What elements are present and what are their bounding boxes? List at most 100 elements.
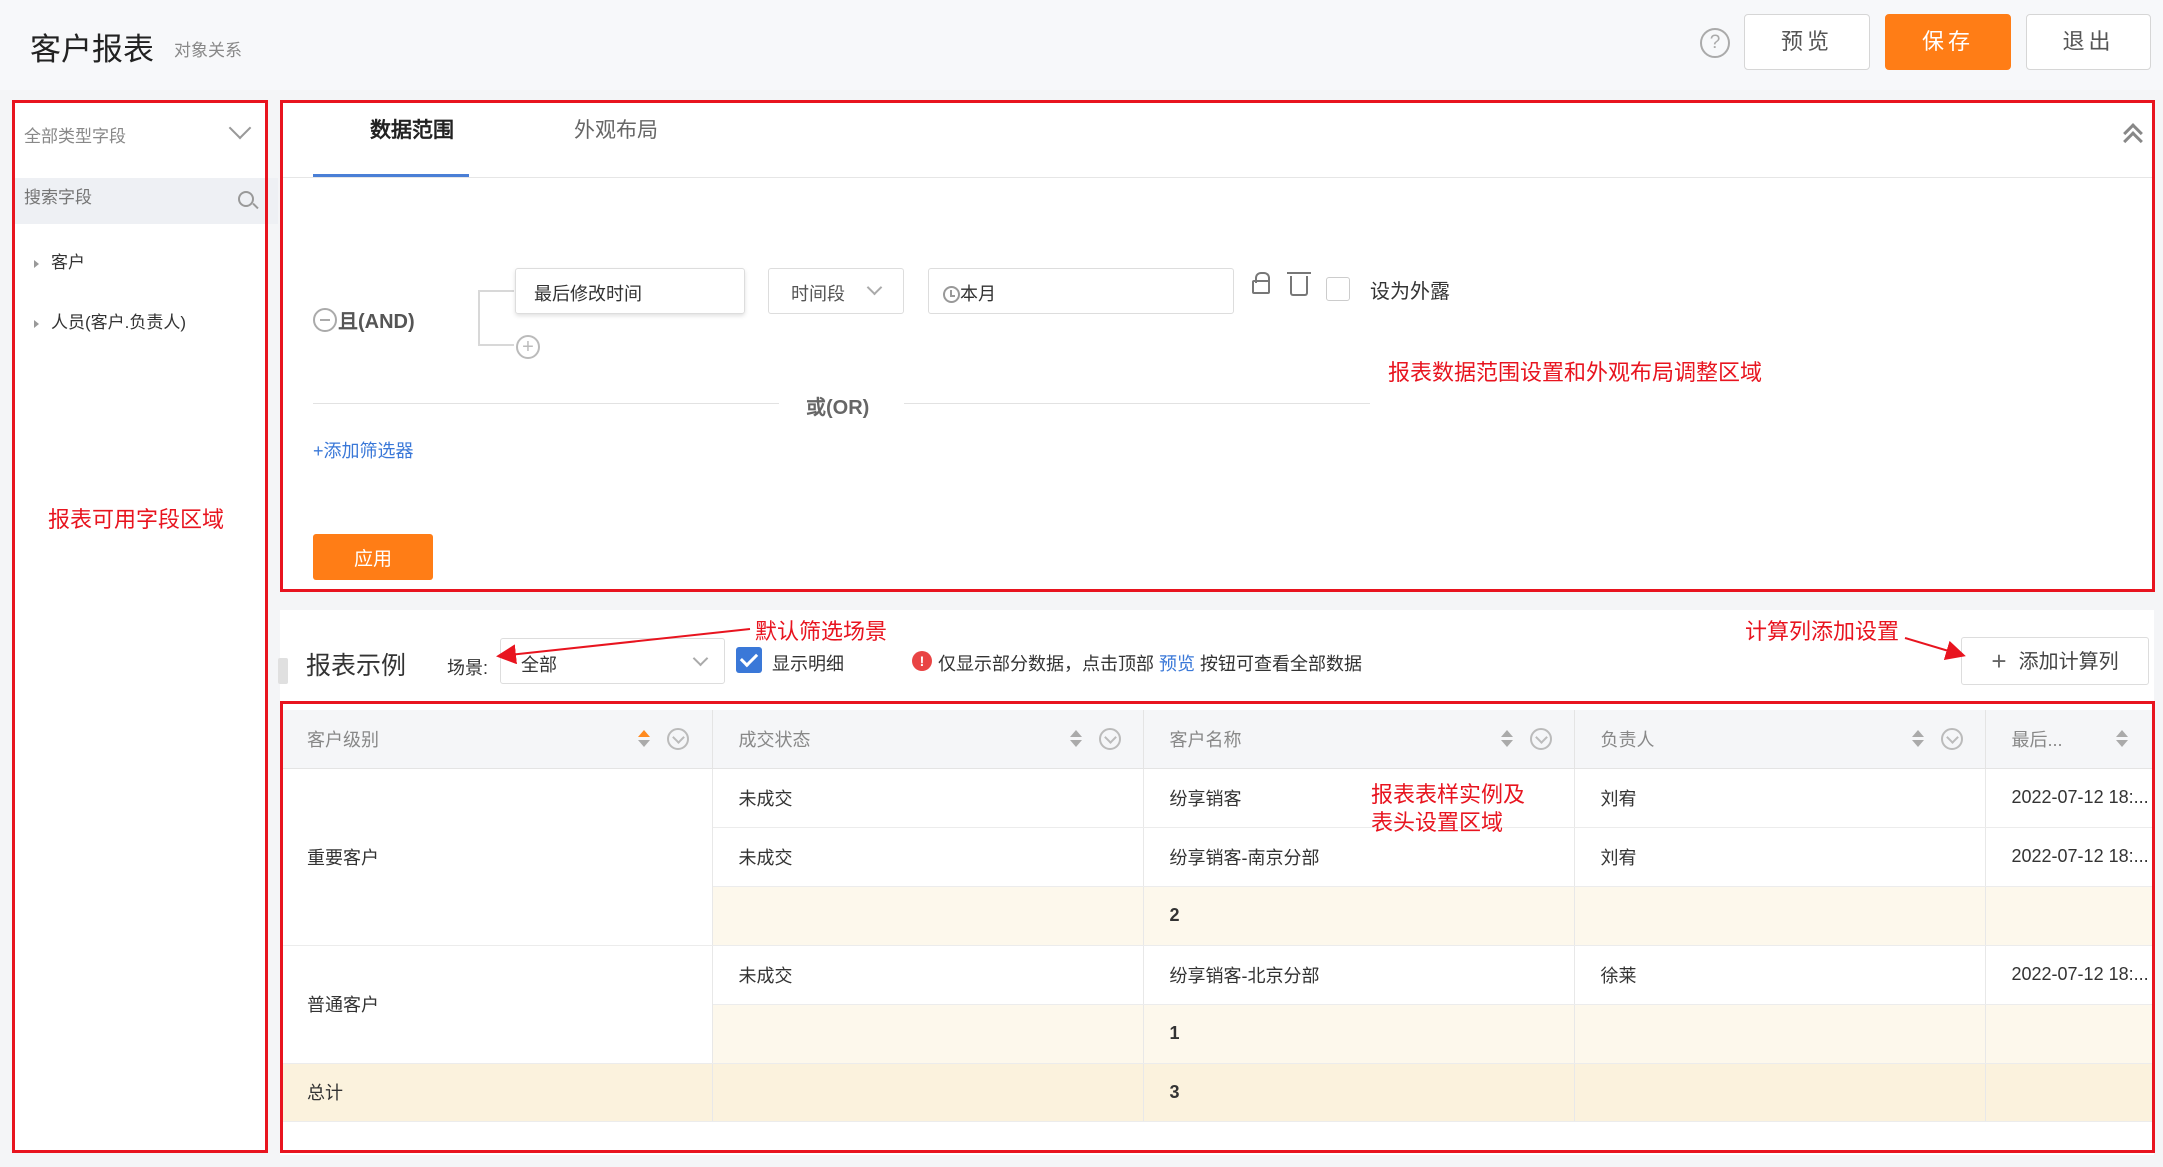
show-detail-checkbox[interactable]: [736, 647, 762, 673]
status-cell: 未成交: [712, 945, 1144, 1005]
subtotal-cell: [1985, 886, 2154, 946]
owner-cell: 刘宥: [1574, 827, 1986, 887]
double-chevron-up-icon[interactable]: [2123, 122, 2141, 140]
tree-item-label: 人员(客户.负责人): [51, 313, 187, 332]
filter-operator-value: 时间段: [791, 284, 845, 304]
report-title: 报表示例: [306, 652, 407, 680]
drag-handle-icon[interactable]: [278, 658, 288, 684]
scene-select[interactable]: 全部: [500, 638, 725, 684]
tab-divider: [280, 177, 2154, 178]
total-row: 总计 3: [281, 1063, 2154, 1122]
save-button[interactable]: 保存: [1885, 14, 2011, 70]
annotation-table-area-line2: 表头设置区域: [1371, 810, 1504, 835]
status-cell: 未成交: [712, 768, 1144, 828]
tab-data-scope[interactable]: 数据范围: [370, 114, 454, 144]
total-cell: [1574, 1063, 1986, 1122]
note-preview-link[interactable]: 预览: [1159, 654, 1195, 674]
time-cell: 2022-07-12 18:...: [1985, 768, 2154, 828]
customer-name-link[interactable]: 纷享销客-北京分部: [1143, 945, 1575, 1005]
page-subtitle: 对象关系: [174, 41, 242, 60]
subtotal-cell: [1574, 886, 1986, 946]
trash-icon[interactable]: [1287, 272, 1311, 296]
or-divider-right: [904, 403, 1370, 404]
annotation-fields-area: 报表可用字段区域: [48, 507, 225, 532]
column-menu-icon[interactable]: [1529, 728, 1552, 750]
tree-item-person[interactable]: 人员(客户.负责人): [34, 308, 186, 333]
annotation-scope-area: 报表数据范围设置和外观布局调整区域: [1388, 360, 1763, 385]
column-header[interactable]: 最后...: [1985, 710, 2154, 769]
field-sidebar: 全部类型字段 客户 人员(客户.负责人): [12, 100, 278, 1152]
sort-icon[interactable]: [1500, 730, 1513, 748]
column-menu-icon[interactable]: [1940, 728, 1963, 750]
tree-item-label: 客户: [51, 253, 85, 272]
table-row: 普通客户 未成交 纷享销客-北京分部 徐莱 2022-07-12 18:...: [281, 945, 2154, 1064]
sort-icon[interactable]: [638, 730, 650, 748]
page-title: 客户报表: [30, 32, 154, 67]
lock-icon[interactable]: [1252, 272, 1270, 294]
and-label: 且(AND): [338, 311, 415, 333]
subtotal-count: 2: [1143, 886, 1575, 946]
top-header: 客户报表 对象关系 ? 预览 保存 退出: [0, 0, 2163, 90]
sort-icon[interactable]: [2115, 730, 2128, 748]
field-type-select[interactable]: 全部类型字段: [24, 122, 126, 147]
add-condition-icon[interactable]: +: [516, 335, 540, 359]
chevron-down-icon: [866, 279, 883, 296]
total-cell: [1985, 1063, 2154, 1122]
tree-item-customer[interactable]: 客户: [34, 248, 85, 273]
column-header-label: 最后...: [2011, 729, 2063, 750]
scene-label: 场景:: [447, 658, 489, 678]
subtotal-cell: [1985, 1004, 2154, 1064]
question-circle-icon[interactable]: ?: [1700, 28, 1730, 58]
expose-label: 设为外露: [1370, 281, 1450, 303]
warning-icon: !: [912, 651, 932, 671]
caret-right-icon[interactable]: [34, 319, 39, 328]
or-label: 或(OR): [806, 397, 870, 419]
annotation-default-scene: 默认筛选场景: [755, 619, 888, 644]
group-cell: 普通客户: [281, 945, 713, 1064]
field-search-input[interactable]: [24, 188, 224, 208]
subtotal-count: 1: [1143, 1004, 1575, 1064]
column-header[interactable]: 成交状态: [712, 710, 1144, 769]
subtotal-cell: [712, 1004, 1144, 1064]
or-divider-left: [313, 403, 779, 404]
note-prefix: 仅显示部分数据，点击顶部: [938, 654, 1154, 674]
filter-operator-select[interactable]: 时间段: [768, 268, 904, 314]
expose-checkbox[interactable]: [1326, 277, 1350, 301]
status-cell: 未成交: [712, 827, 1144, 887]
apply-button[interactable]: 应用: [313, 534, 433, 580]
remove-group-icon[interactable]: [313, 308, 337, 332]
tab-layout[interactable]: 外观布局: [574, 114, 658, 144]
filter-value-input[interactable]: 本月: [928, 268, 1234, 314]
chevron-down-icon: [692, 650, 709, 667]
partial-data-note: 仅显示部分数据，点击顶部 预览 按钮可查看全部数据: [938, 650, 1362, 676]
add-calc-column-label: 添加计算列: [2018, 651, 2119, 673]
sort-icon[interactable]: [1911, 730, 1924, 748]
sort-icon[interactable]: [1069, 730, 1082, 748]
column-header[interactable]: 客户级别: [281, 710, 713, 769]
caret-right-icon[interactable]: [34, 259, 39, 268]
exit-button[interactable]: 退出: [2026, 14, 2151, 70]
column-header-label: 负责人: [1600, 729, 1655, 750]
plus-icon: +: [1991, 646, 2007, 676]
customer-name-link[interactable]: 纷享销客-南京分部: [1143, 827, 1575, 887]
field-search-box: [12, 178, 278, 224]
condition-bracket: [478, 290, 514, 346]
column-menu-icon[interactable]: [1098, 728, 1121, 750]
report-table: 客户级别 成交状态 客户名称 负责人 最后... 重要客户 未成交 纷享销客 刘…: [281, 710, 2154, 1122]
scene-value: 全部: [521, 655, 557, 675]
search-icon[interactable]: [238, 191, 254, 207]
add-calc-column-button[interactable]: + 添加计算列: [1961, 637, 2149, 685]
column-menu-icon[interactable]: [667, 728, 689, 750]
column-header-label: 客户级别: [307, 729, 379, 750]
table-header-row: 客户级别 成交状态 客户名称 负责人 最后...: [281, 710, 2154, 769]
add-filter-link[interactable]: +添加筛选器: [313, 437, 414, 463]
column-header[interactable]: 负责人: [1574, 710, 1986, 769]
filter-field-select[interactable]: 最后修改时间: [515, 268, 745, 314]
annotation-calc-column: 计算列添加设置: [1745, 619, 1900, 644]
group-cell: 重要客户: [281, 768, 713, 946]
column-header[interactable]: 客户名称: [1143, 710, 1575, 769]
owner-cell: 徐莱: [1574, 945, 1986, 1005]
chevron-down-icon[interactable]: [228, 116, 252, 140]
preview-button[interactable]: 预览: [1744, 14, 1870, 70]
subtotal-cell: [1574, 1004, 1986, 1064]
